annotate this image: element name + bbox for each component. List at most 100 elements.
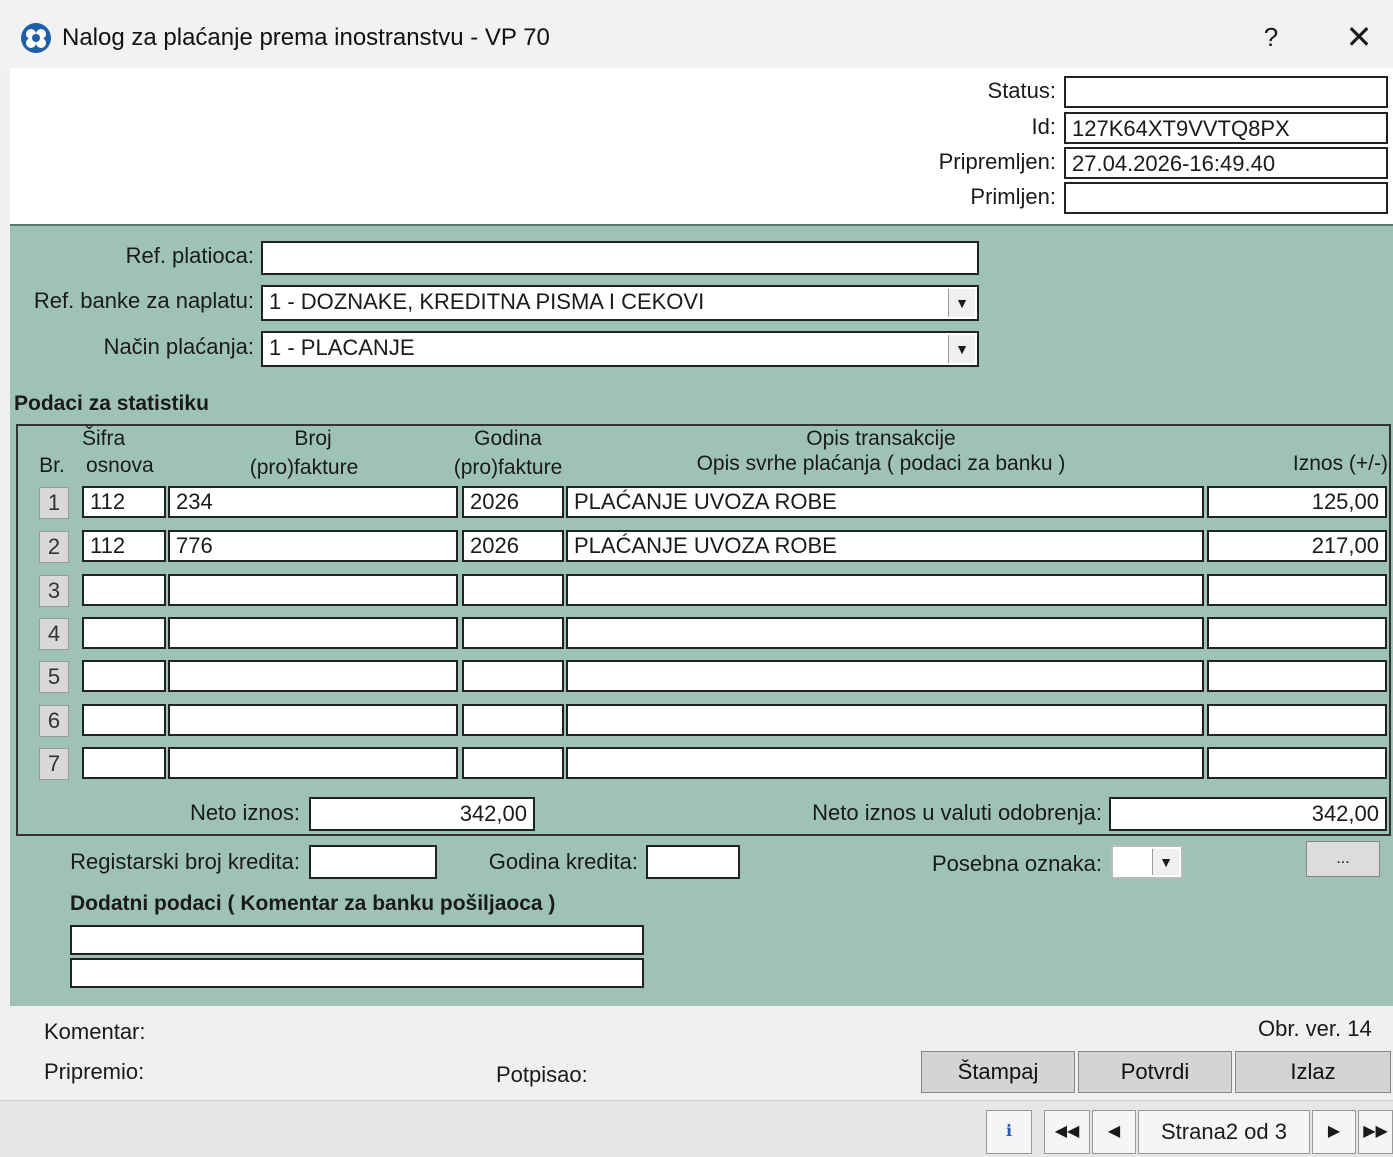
iznos-input[interactable]	[1207, 747, 1387, 779]
received-label: Primljen:	[970, 184, 1056, 209]
info-icon[interactable]: ℹ	[986, 1110, 1032, 1154]
header-opis-2: Opis svrhe plaćanja ( podaci za banku )	[696, 452, 1066, 475]
chevron-down-icon[interactable]: ▼	[1152, 849, 1179, 875]
row-number-button[interactable]: 3	[39, 575, 69, 607]
last-page-icon[interactable]: ▶▶	[1358, 1110, 1393, 1154]
signed-label: Potpisao:	[496, 1062, 588, 1087]
row-number-button[interactable]: 2	[39, 531, 69, 563]
chevron-down-icon[interactable]: ▼	[948, 335, 975, 363]
iznos-input[interactable]: 217,00	[1207, 530, 1387, 562]
opis-input[interactable]	[566, 704, 1204, 736]
broj-input[interactable]	[168, 574, 458, 606]
payment-method-select[interactable]: 1 - PLACANJE ▼	[261, 331, 979, 367]
godina-input[interactable]	[462, 617, 564, 649]
prepared-by-label: Pripremio:	[44, 1059, 145, 1084]
exit-button[interactable]: Izlaz	[1235, 1051, 1391, 1093]
header-opis-1: Opis transakcije	[806, 427, 956, 450]
special-mark-select[interactable]: ▼	[1111, 845, 1183, 879]
row-number-button[interactable]: 4	[39, 618, 69, 650]
sifra-input[interactable]	[82, 704, 166, 736]
received-field	[1064, 182, 1388, 214]
row-number-button[interactable]: 5	[39, 661, 69, 693]
godina-input[interactable]	[462, 660, 564, 692]
next-page-icon[interactable]: ▶	[1312, 1110, 1356, 1154]
credit-year-label: Godina kredita:	[488, 849, 638, 874]
godina-input[interactable]: 2026	[462, 530, 564, 562]
opis-input[interactable]	[566, 747, 1204, 779]
net-currency-field: 342,00	[1109, 797, 1387, 831]
window-title: Nalog za plaćanje prema inostranstvu - V…	[62, 24, 550, 51]
payment-method-value: 1 - PLACANJE	[269, 335, 415, 360]
godina-input[interactable]	[462, 747, 564, 779]
credit-reg-input[interactable]	[309, 845, 437, 879]
row-number-button[interactable]: 6	[39, 705, 69, 737]
sifra-input[interactable]: 112	[82, 530, 166, 562]
opis-input[interactable]	[566, 574, 1204, 606]
ref-bank-select[interactable]: 1 - DOZNAKE, KREDITNA PISMA I CEKOVI ▼	[261, 285, 979, 321]
broj-input[interactable]: 776	[168, 530, 458, 562]
broj-input[interactable]	[168, 617, 458, 649]
godina-input[interactable]	[462, 574, 564, 606]
sifra-input[interactable]: 112	[82, 486, 166, 518]
prepared-field: 27.04.2026-16:49.40	[1064, 147, 1388, 179]
godina-input[interactable]: 2026	[462, 486, 564, 518]
status-label: Status:	[987, 78, 1056, 103]
close-button[interactable]: ✕	[1342, 18, 1376, 56]
form-version: Obr. ver. 14	[1258, 1016, 1372, 1041]
net-amount-label: Neto iznos:	[189, 800, 300, 825]
extra-line-1-input[interactable]	[70, 925, 644, 955]
previous-page-icon[interactable]: ◀	[1092, 1110, 1136, 1154]
row-number-button[interactable]: 1	[39, 487, 69, 519]
row-number-button[interactable]: 7	[39, 748, 69, 780]
iznos-input[interactable]: 125,00	[1207, 486, 1387, 518]
iznos-input[interactable]	[1207, 574, 1387, 606]
id-field: 127K64XT9VVTQ8PX	[1064, 112, 1388, 144]
comment-label: Komentar:	[44, 1019, 146, 1044]
net-amount-field: 342,00	[309, 797, 535, 831]
page-indicator: Strana2 od 3	[1138, 1110, 1310, 1154]
ref-payer-label: Ref. platioca:	[125, 243, 254, 268]
app-logo-icon	[21, 23, 51, 53]
stats-heading: Podaci za statistiku	[14, 392, 209, 415]
ref-payer-input[interactable]	[261, 241, 979, 275]
print-button[interactable]: Štampaj	[921, 1051, 1075, 1093]
opis-input[interactable]: PLAĆANJE UVOZA ROBE	[566, 530, 1204, 562]
status-field	[1064, 76, 1388, 108]
header-godina-1: Godina	[474, 427, 542, 450]
godina-input[interactable]	[462, 704, 564, 736]
help-button[interactable]: ?	[1256, 22, 1286, 53]
broj-input[interactable]	[168, 747, 458, 779]
credit-reg-label: Registarski broj kredita:	[70, 849, 300, 874]
credit-year-input[interactable]	[646, 845, 740, 879]
net-currency-label: Neto iznos u valuti odobrenja:	[812, 800, 1102, 825]
header-sifra-1: Šifra	[82, 427, 126, 450]
broj-input[interactable]	[168, 660, 458, 692]
extra-heading: Dodatni podaci ( Komentar za banku pošil…	[70, 892, 556, 915]
ref-bank-value: 1 - DOZNAKE, KREDITNA PISMA I CEKOVI	[269, 289, 705, 314]
header-iznos: Iznos (+/-)	[1292, 452, 1388, 475]
opis-input[interactable]: PLAĆANJE UVOZA ROBE	[566, 486, 1204, 518]
extra-line-2-input[interactable]	[70, 958, 644, 988]
header-godina-2: (pro)fakture	[453, 456, 563, 479]
sifra-input[interactable]	[82, 617, 166, 649]
broj-input[interactable]	[168, 704, 458, 736]
chevron-down-icon[interactable]: ▼	[948, 289, 975, 317]
header-broj-1: Broj	[294, 427, 332, 450]
broj-input[interactable]: 234	[168, 486, 458, 518]
opis-input[interactable]	[566, 660, 1204, 692]
special-mark-label: Posebna oznaka:	[931, 851, 1102, 876]
first-page-icon[interactable]: ◀◀	[1044, 1110, 1090, 1154]
ellipsis-button[interactable]: ...	[1306, 841, 1380, 877]
header-br: Br.	[39, 454, 65, 477]
iznos-input[interactable]	[1207, 617, 1387, 649]
iznos-input[interactable]	[1207, 660, 1387, 692]
id-label: Id:	[1031, 114, 1056, 139]
opis-input[interactable]	[566, 617, 1204, 649]
payment-method-label: Način plaćanja:	[103, 334, 254, 359]
sifra-input[interactable]	[82, 574, 166, 606]
confirm-button[interactable]: Potvrdi	[1078, 1051, 1232, 1093]
sifra-input[interactable]	[82, 660, 166, 692]
iznos-input[interactable]	[1207, 704, 1387, 736]
sifra-input[interactable]	[82, 747, 166, 779]
ref-bank-label: Ref. banke za naplatu:	[33, 288, 254, 313]
